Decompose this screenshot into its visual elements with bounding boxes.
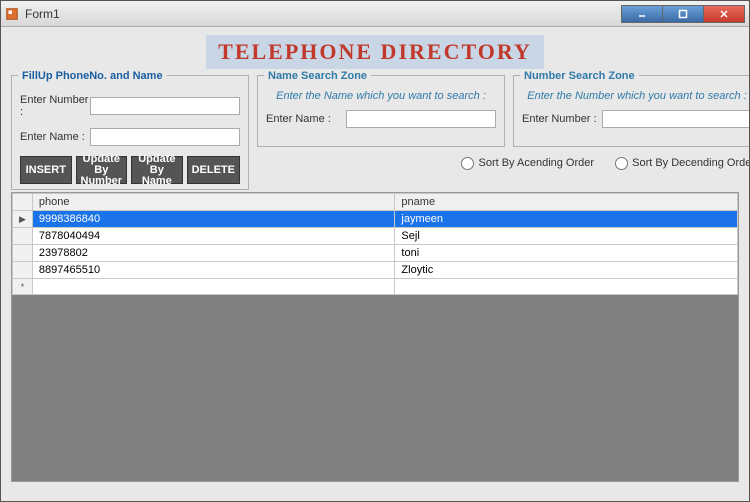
maximize-button[interactable] [662,5,704,23]
titlebar: Form1 [1,1,749,27]
sort-desc-radio[interactable] [615,157,628,170]
window-title: Form1 [25,7,622,21]
number-search-legend: Number Search Zone [520,70,639,82]
new-row[interactable]: * [13,279,738,295]
sort-asc-label: Sort By Acending Order [478,157,594,169]
cell-phone[interactable]: 7878040494 [32,228,395,245]
row-marker [13,245,33,262]
number-search-groupbox: Number Search Zone Enter the Number whic… [513,75,750,147]
sort-desc-label: Sort By Decending Order [632,157,750,169]
delete-button[interactable]: DELETE [187,156,240,184]
sort-asc-option[interactable]: Sort By Acending Order [461,157,594,169]
insert-button[interactable]: INSERT [20,156,72,184]
close-button[interactable] [703,5,745,23]
number-label: Enter Number : [20,94,90,118]
number-search-label: Enter Number : [522,113,602,125]
data-grid[interactable]: phone pname ▶9998386840jaymeen7878040494… [12,193,738,295]
cell-phone[interactable]: 9998386840 [32,211,395,228]
cell-pname[interactable]: Zloytic [395,262,738,279]
update-by-number-button[interactable]: Update By Number [76,156,128,184]
form-window: Form1 TELEPHONE DIRECTORY FillUp PhoneNo… [0,0,750,502]
window-buttons [622,5,745,23]
number-search-instruction: Enter the Number which you want to searc… [522,90,750,102]
row-marker [13,228,33,245]
banner-container: TELEPHONE DIRECTORY [11,35,739,69]
name-label: Enter Name : [20,131,90,143]
cell-pname[interactable]: toni [395,245,738,262]
minimize-button[interactable] [621,5,663,23]
top-row: FillUp PhoneNo. and Name Enter Number : … [11,75,739,190]
table-row[interactable]: 23978802toni [13,245,738,262]
number-search-input[interactable] [602,110,750,128]
col-phone-header[interactable]: phone [32,194,395,211]
banner-title: TELEPHONE DIRECTORY [206,35,544,69]
table-row[interactable]: 8897465510Zloytic [13,262,738,279]
client-area: TELEPHONE DIRECTORY FillUp PhoneNo. and … [1,27,749,492]
table-row[interactable]: ▶9998386840jaymeen [13,211,738,228]
row-header-blank [13,194,33,211]
fillup-legend: FillUp PhoneNo. and Name [18,70,167,82]
grid-container: phone pname ▶9998386840jaymeen7878040494… [11,192,739,482]
name-search-input[interactable] [346,110,496,128]
col-pname-header[interactable]: pname [395,194,738,211]
cell-pname[interactable] [395,279,738,295]
sort-desc-option[interactable]: Sort By Decending Order [615,157,750,169]
fillup-groupbox: FillUp PhoneNo. and Name Enter Number : … [11,75,249,190]
number-input[interactable] [90,97,240,115]
cell-pname[interactable]: Sejl [395,228,738,245]
row-marker: ▶ [13,211,33,228]
sort-row: Sort By Acending Order Sort By Decending… [257,147,750,174]
cell-phone[interactable]: 8897465510 [32,262,395,279]
name-search-label: Enter Name : [266,113,346,125]
name-input[interactable] [90,128,240,146]
table-row[interactable]: 7878040494Sejl [13,228,738,245]
cell-phone[interactable]: 23978802 [32,245,395,262]
new-row-marker: * [13,279,33,295]
name-search-groupbox: Name Search Zone Enter the Name which yo… [257,75,505,147]
sort-asc-radio[interactable] [461,157,474,170]
row-marker [13,262,33,279]
cell-phone[interactable] [32,279,395,295]
app-icon [5,7,19,21]
name-search-instruction: Enter the Name which you want to search … [266,90,496,102]
update-by-name-button[interactable]: Update By Name [131,156,183,184]
cell-pname[interactable]: jaymeen [395,211,738,228]
name-search-legend: Name Search Zone [264,70,371,82]
